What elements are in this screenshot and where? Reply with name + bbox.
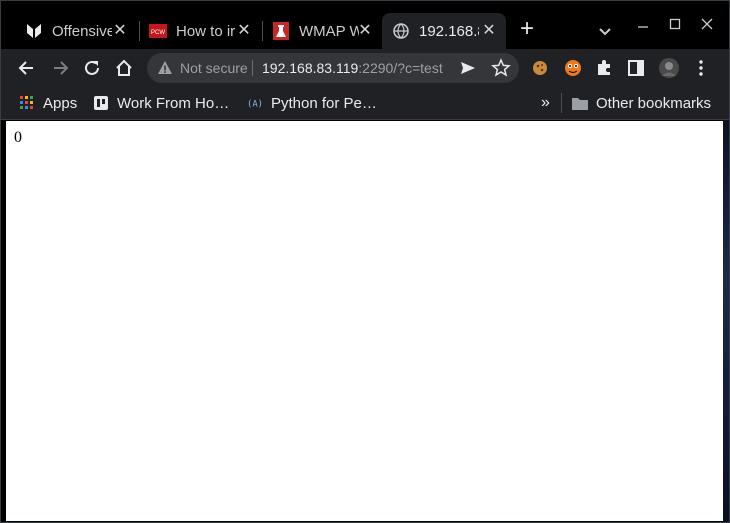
back-arrow-icon xyxy=(18,61,33,75)
url-host: 192.168.83.119 xyxy=(262,60,359,76)
bookmark-label: Apps xyxy=(43,94,78,112)
address-separator xyxy=(252,60,253,76)
extension-face-icon[interactable] xyxy=(561,56,585,80)
tab-strip: Offensive ✕ PCW How to ir ✕ WMAP W ✕ 192… xyxy=(1,1,729,49)
warning-icon[interactable] xyxy=(157,60,173,76)
desktop-wallpaper-edge xyxy=(723,120,729,522)
extension-cookie-icon[interactable] xyxy=(528,56,552,80)
more-menu-icon[interactable] xyxy=(689,56,713,80)
pcw-icon: PCW xyxy=(149,22,167,40)
reload-button[interactable] xyxy=(80,56,104,80)
new-tab-button[interactable]: + xyxy=(515,17,539,41)
tab-title: WMAP W xyxy=(299,22,359,40)
home-button[interactable] xyxy=(112,56,136,80)
close-icon[interactable]: ✕ xyxy=(356,22,374,40)
bookmark-label: Python for Pe… xyxy=(271,94,377,112)
globe-icon xyxy=(392,22,410,40)
close-icon[interactable]: ✕ xyxy=(480,22,498,40)
extensions-puzzle-icon[interactable] xyxy=(592,56,616,80)
url-path: :2290/?c=test xyxy=(358,60,443,76)
svg-text:PCW: PCW xyxy=(151,30,165,36)
send-icon[interactable] xyxy=(459,59,477,77)
bookmark-python-for-pe[interactable]: (A) Python for Pe… xyxy=(247,92,377,114)
side-panel-icon[interactable] xyxy=(624,56,648,80)
bookmarks-overflow-button[interactable]: » xyxy=(541,92,550,114)
offensive-security-icon xyxy=(25,22,43,40)
tab-title: 192.168.8 xyxy=(419,22,479,40)
overflow-chevron: » xyxy=(541,94,550,111)
browser-window: Offensive ✕ PCW How to ir ✕ WMAP W ✕ 192… xyxy=(0,0,730,523)
security-label[interactable]: Not secure xyxy=(180,60,248,76)
bookmark-label: Work From Ho… xyxy=(117,94,230,112)
home-icon xyxy=(116,59,132,76)
chevron-down-icon[interactable] xyxy=(593,19,617,43)
close-icon[interactable]: ✕ xyxy=(235,22,253,40)
other-bookmarks[interactable]: Other bookmarks xyxy=(572,92,711,114)
tab-title: How to ir xyxy=(176,22,236,40)
bookmark-star-icon[interactable] xyxy=(491,58,511,78)
url-text[interactable]: 192.168.83.119:2290/?c=test xyxy=(262,60,443,76)
reload-icon xyxy=(85,60,99,75)
svg-text:(A): (A) xyxy=(247,100,263,110)
tab-how-to[interactable]: PCW How to ir ✕ xyxy=(139,13,261,49)
page-body-text: 0 xyxy=(14,129,22,146)
minimize-button[interactable] xyxy=(629,13,657,37)
work-icon xyxy=(93,95,109,111)
bookmark-separator xyxy=(561,93,562,113)
address-bar[interactable]: Not secure 192.168.83.119:2290/?c=test xyxy=(147,53,519,83)
wmap-icon xyxy=(272,22,290,40)
tab-wmap[interactable]: WMAP W ✕ xyxy=(262,13,382,49)
page-viewport: 0 xyxy=(6,121,723,521)
close-icon[interactable]: ✕ xyxy=(111,22,129,40)
tab-offensive[interactable]: Offensive ✕ xyxy=(15,13,137,49)
navigation-toolbar: Not secure 192.168.83.119:2290/?c=test xyxy=(1,49,729,87)
maximize-button[interactable] xyxy=(661,13,689,37)
bookmark-label: Other bookmarks xyxy=(596,94,712,112)
bookmark-work-from-home[interactable]: Work From Ho… xyxy=(93,92,229,114)
apps-grid-icon xyxy=(19,95,35,111)
back-button[interactable] xyxy=(15,56,39,80)
forward-arrow-icon xyxy=(54,61,69,75)
tab-title: Offensive xyxy=(52,22,112,40)
bookmark-apps[interactable]: Apps xyxy=(19,92,77,114)
profile-avatar[interactable] xyxy=(657,56,681,80)
forward-button[interactable] xyxy=(48,56,72,80)
folder-icon xyxy=(572,95,588,111)
window-close-button[interactable] xyxy=(693,13,721,37)
python-icon: (A) xyxy=(247,95,263,111)
bookmarks-bar: Apps Work From Ho… (A) Python for Pe… » … xyxy=(1,87,729,120)
tab-active-192[interactable]: 192.168.8 ✕ xyxy=(382,13,506,49)
